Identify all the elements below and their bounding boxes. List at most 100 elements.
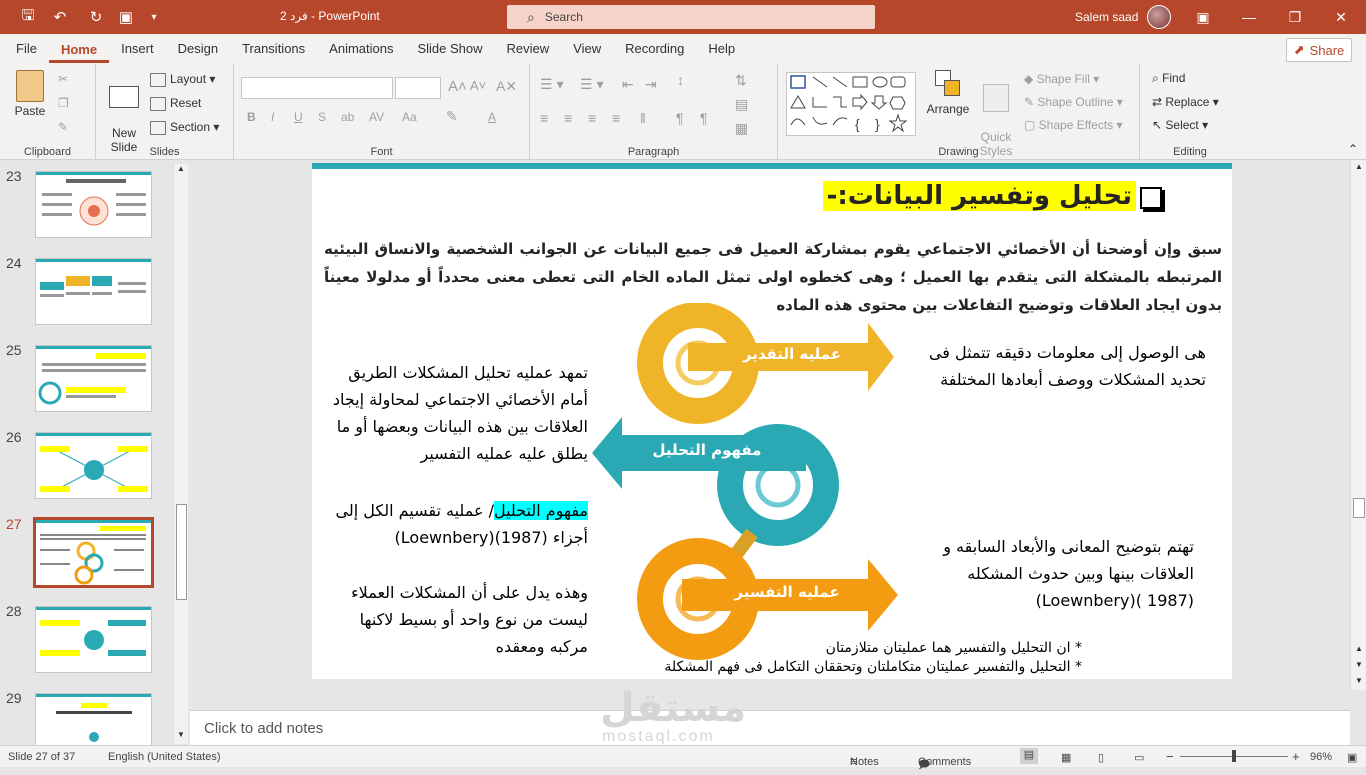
redo-icon[interactable]: ↻ (80, 0, 112, 34)
slide-thumbnail-26[interactable] (36, 433, 151, 498)
layout-button[interactable]: Layout ▾ (150, 72, 215, 87)
user-name[interactable]: Salem saad (1075, 10, 1138, 24)
slide-canvas[interactable]: تحليل وتفسير البيانات:- سبق وإن أوضحنا أ… (312, 163, 1232, 679)
tab-transitions[interactable]: Transitions (230, 34, 317, 64)
underline-button[interactable]: U (294, 110, 303, 124)
search-box[interactable]: ⌕ Search (507, 5, 875, 29)
section-button[interactable]: Section ▾ (150, 120, 219, 135)
clear-format-icon[interactable]: A✕ (496, 78, 517, 95)
quick-styles-button[interactable]: Quick Styles (974, 70, 1018, 158)
tab-review[interactable]: Review (495, 34, 562, 64)
thumbnails-scrollbar[interactable]: ▲ ▼ (173, 164, 188, 744)
highlight-icon[interactable]: ✎ (446, 108, 458, 125)
scroll-up-icon[interactable]: ▲ (177, 164, 185, 173)
reading-view-icon[interactable]: ▯ (1098, 751, 1104, 764)
font-name-combo[interactable] (241, 77, 393, 99)
decrease-indent-icon[interactable]: ⇤ (622, 76, 634, 93)
increase-indent-icon[interactable]: ⇥ (645, 76, 657, 93)
shapes-gallery[interactable]: { } (786, 72, 916, 136)
arrange-button[interactable]: Arrange (924, 70, 972, 116)
cut-icon[interactable]: ✂ (58, 72, 68, 86)
font-color-button[interactable]: A (488, 110, 496, 124)
fit-slide-icon[interactable]: ▣ (1347, 751, 1357, 764)
share-button[interactable]: ⬈ Share (1286, 38, 1352, 62)
slide-thumbnail-25[interactable] (36, 346, 151, 411)
font-size-combo[interactable] (395, 77, 441, 99)
close-icon[interactable]: ✕ (1318, 0, 1364, 34)
zoom-level[interactable]: 96% (1310, 751, 1332, 763)
char-spacing-button[interactable]: AV (369, 110, 384, 124)
numbering-icon[interactable]: ☰ ▾ (580, 76, 603, 93)
shape-outline-button[interactable]: ✎ Shape Outline ▾ (1024, 95, 1123, 109)
line-spacing-icon[interactable]: ↕ (677, 72, 684, 88)
slide-scrollbar[interactable]: ▲ ▲ ▼ ▼ (1350, 160, 1366, 690)
shadow-button[interactable]: ab (341, 110, 354, 124)
tab-home[interactable]: Home (48, 35, 110, 63)
grow-font-icon[interactable]: A˄ (448, 78, 467, 95)
slideshow-view-icon[interactable]: ▭ (1134, 751, 1144, 764)
ltr-icon[interactable]: ¶ (700, 110, 708, 126)
zoom-in-icon[interactable]: + (1292, 749, 1300, 764)
tab-insert[interactable]: Insert (109, 34, 166, 64)
tab-help[interactable]: Help (696, 34, 747, 64)
minimize-icon[interactable]: — (1226, 0, 1272, 34)
tab-recording[interactable]: Recording (613, 34, 696, 64)
thumbnails-scroll-thumb[interactable] (176, 504, 187, 600)
rtl-icon[interactable]: ¶ (676, 110, 684, 126)
scroll-down-icon[interactable]: ▼ (177, 730, 185, 739)
shrink-font-icon[interactable]: A˅ (470, 78, 486, 93)
paste-button[interactable]: Paste (10, 70, 50, 118)
bullets-icon[interactable]: ☰ ▾ (540, 76, 563, 93)
italic-button[interactable]: I (271, 110, 274, 124)
slide-sorter-icon[interactable]: ▦ (1061, 751, 1071, 764)
ribbon-display-icon[interactable]: ▣ (1180, 0, 1226, 34)
slide-thumbnail-23[interactable] (36, 172, 151, 237)
strikethrough-button[interactable]: S (318, 110, 326, 124)
scroll-up-icon[interactable]: ▲ (1355, 162, 1363, 171)
copy-icon[interactable]: ❐ (58, 96, 69, 110)
next-slide-icon[interactable]: ▼ (1355, 660, 1363, 669)
restore-icon[interactable]: ❐ (1272, 0, 1318, 34)
shape-fill-button[interactable]: ◆ Shape Fill ▾ (1024, 72, 1099, 86)
reset-button[interactable]: Reset (150, 96, 201, 111)
slide-thumbnail-28[interactable] (36, 607, 151, 672)
avatar[interactable] (1147, 5, 1171, 29)
bold-button[interactable]: B (247, 110, 256, 124)
slide-title: تحليل وتفسير البيانات:- (822, 181, 1136, 211)
smartart-icon[interactable]: ▦ (735, 120, 748, 137)
customize-toolbar-icon[interactable]: ▾ (138, 0, 170, 34)
notes-pane[interactable]: Click to add notes (190, 710, 1350, 745)
align-text-icon[interactable]: ▤ (735, 96, 748, 113)
tab-view[interactable]: View (561, 34, 613, 64)
text-direction-icon[interactable]: ⇅ (735, 72, 747, 89)
align-left-icon[interactable]: ≡ (540, 110, 548, 126)
undo-icon[interactable]: ↶ (44, 0, 76, 34)
tab-file[interactable]: File (4, 34, 49, 64)
zoom-slider-thumb[interactable] (1232, 750, 1236, 762)
new-slide-button[interactable]: New Slide (104, 72, 144, 154)
normal-view-icon[interactable]: ▤ (1020, 748, 1038, 764)
select-button[interactable]: ↖ Select ▾ (1152, 118, 1208, 132)
zoom-out-icon[interactable]: − (1166, 749, 1174, 764)
save-icon[interactable]: 🖫 (12, 0, 44, 34)
find-button[interactable]: ⌕ Find (1152, 71, 1185, 86)
proofing-language[interactable]: English (United States) (108, 751, 221, 763)
tab-animations[interactable]: Animations (317, 34, 405, 64)
scroll-down-icon[interactable]: ▼ (1355, 676, 1363, 685)
shape-effects-button[interactable]: ▢ Shape Effects ▾ (1024, 118, 1123, 132)
change-case-button[interactable]: Aa (402, 110, 417, 124)
format-painter-icon[interactable]: ✎ (58, 120, 68, 134)
align-center-icon[interactable]: ≡ (564, 110, 572, 126)
slide-scroll-thumb[interactable] (1353, 498, 1365, 518)
align-right-icon[interactable]: ≡ (588, 110, 596, 126)
justify-icon[interactable]: ≡ (612, 110, 620, 126)
tab-slide-show[interactable]: Slide Show (405, 34, 494, 64)
prev-slide-icon[interactable]: ▲ (1355, 644, 1363, 653)
columns-icon[interactable]: ‖ (640, 110, 646, 126)
slide-thumbnail-29[interactable] (36, 694, 151, 746)
collapse-ribbon-icon[interactable]: ⌃ (1348, 142, 1358, 156)
replace-button[interactable]: ⇄ Replace ▾ (1152, 95, 1219, 109)
slide-thumbnail-24[interactable] (36, 259, 151, 324)
tab-design[interactable]: Design (166, 34, 230, 64)
slide-thumbnail-27[interactable] (36, 520, 151, 585)
